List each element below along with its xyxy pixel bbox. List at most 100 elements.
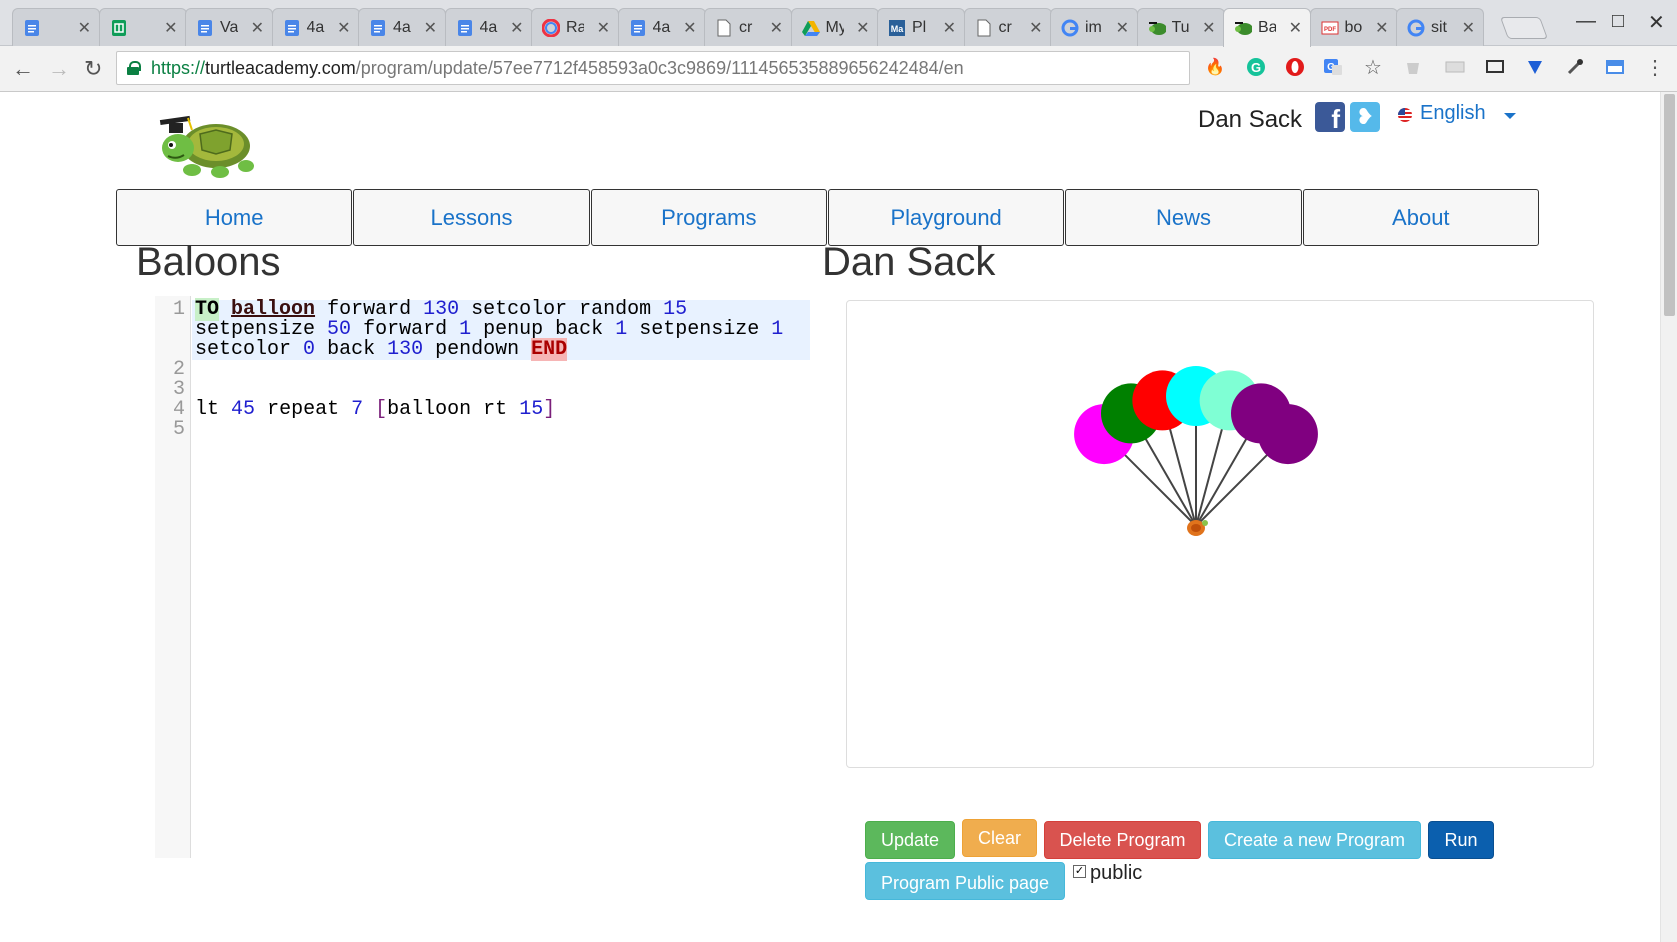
- turtle-canvas[interactable]: [846, 300, 1594, 768]
- close-tab-icon[interactable]: ✕: [1289, 18, 1302, 38]
- close-tab-icon[interactable]: ✕: [1202, 18, 1215, 38]
- bookmark-star-icon[interactable]: ☆: [1362, 56, 1384, 79]
- shield-extension-icon[interactable]: [1524, 56, 1546, 78]
- fire-extension-icon[interactable]: 🔥: [1204, 56, 1226, 78]
- close-tab-icon[interactable]: ✕: [770, 18, 783, 38]
- delete-program-button[interactable]: Delete Program: [1044, 821, 1201, 859]
- browser-tab[interactable]: 4a ✕: [358, 8, 446, 46]
- language-selector[interactable]: English: [1420, 102, 1486, 125]
- browser-tab[interactable]: im ✕: [1050, 8, 1138, 46]
- browser-tab[interactable]: cr ✕: [963, 8, 1052, 46]
- close-tab-icon[interactable]: ✕: [510, 18, 523, 38]
- close-window-icon[interactable]: ✕: [1648, 10, 1665, 35]
- code-keyword-end: END: [531, 338, 568, 361]
- window-extension-icon[interactable]: [1604, 56, 1626, 78]
- nav-home[interactable]: Home: [116, 189, 353, 246]
- turtle-icon: [1234, 19, 1252, 37]
- browser-tab[interactable]: Ra ✕: [531, 8, 619, 46]
- close-tab-icon[interactable]: ✕: [1116, 18, 1129, 38]
- menu-kebab-icon[interactable]: ⋮: [1644, 56, 1666, 79]
- browser-tab[interactable]: 4a ✕: [271, 8, 360, 46]
- sheets-icon: [110, 19, 128, 37]
- cup-extension-icon[interactable]: [1402, 56, 1424, 78]
- browser-tab-strip: — □ ✕ ✕ ✕ Va ✕ 4a ✕ 4a ✕ 4a ✕ Ra ✕ 4a ✕ cr ✕ My ✕ Ma Pl ✕ cr ✕…: [0, 0, 1677, 47]
- pdf-icon: PDF: [1321, 19, 1339, 37]
- opera-extension-icon[interactable]: [1284, 56, 1306, 78]
- browser-tab[interactable]: Tu ✕: [1136, 8, 1225, 46]
- browser-tab[interactable]: 4a ✕: [617, 8, 706, 46]
- code-number: 0: [303, 338, 316, 361]
- run-button[interactable]: Run: [1428, 821, 1494, 859]
- turtle-icon: [1148, 19, 1166, 37]
- public-page-button[interactable]: Program Public page: [865, 862, 1065, 900]
- nav-playground[interactable]: Playground: [827, 189, 1065, 246]
- browser-tab[interactable]: 4a ✕: [444, 8, 533, 46]
- close-tab-icon[interactable]: ✕: [597, 18, 610, 38]
- back-icon[interactable]: ←: [12, 56, 34, 82]
- user-name[interactable]: Dan Sack: [1198, 106, 1302, 134]
- update-button[interactable]: Update: [865, 821, 955, 859]
- close-tab-icon[interactable]: ✕: [683, 18, 696, 38]
- browser-tab[interactable]: ✕: [98, 8, 187, 46]
- code-line-wrap[interactable]: setcolor 0 back 130 pendown END: [195, 338, 568, 361]
- address-bar[interactable]: https://turtleacademy.com/program/update…: [116, 51, 1190, 85]
- minimize-icon[interactable]: —: [1576, 10, 1596, 33]
- translate-extension-icon[interactable]: G: [1322, 56, 1344, 78]
- close-tab-icon[interactable]: ✕: [1375, 18, 1388, 38]
- public-checkbox[interactable]: ✓: [1073, 865, 1086, 878]
- facebook-icon[interactable]: f: [1315, 102, 1345, 134]
- browser-tab[interactable]: ✕: [12, 8, 100, 46]
- forward-icon[interactable]: →: [48, 56, 70, 82]
- clear-button[interactable]: Clear: [962, 819, 1037, 857]
- nav-programs[interactable]: Programs: [590, 189, 827, 246]
- create-program-button[interactable]: Create a new Program: [1208, 821, 1421, 859]
- rainbow-icon: [542, 18, 560, 37]
- browser-tab[interactable]: Ba ✕: [1223, 8, 1311, 47]
- grammarly-extension-icon[interactable]: G: [1245, 56, 1267, 78]
- scrollbar-thumb[interactable]: [1664, 94, 1675, 316]
- turtle-sprite-icon: [1187, 520, 1208, 536]
- close-tab-icon[interactable]: ✕: [78, 18, 91, 38]
- nav-news[interactable]: News: [1065, 189, 1302, 246]
- browser-tab[interactable]: cr ✕: [704, 8, 792, 46]
- close-tab-icon[interactable]: ✕: [424, 18, 437, 38]
- secure-lock-icon: [127, 61, 141, 75]
- browser-tab[interactable]: sit ✕: [1396, 8, 1484, 46]
- close-tab-icon[interactable]: ✕: [856, 18, 869, 38]
- page-scrollbar[interactable]: [1660, 92, 1677, 942]
- card-extension-icon[interactable]: [1444, 56, 1466, 78]
- browser-toolbar: ← → ↻ https://turtleacademy.com/program/…: [0, 46, 1677, 92]
- close-tab-icon[interactable]: ✕: [943, 18, 956, 38]
- code-line[interactable]: TO balloon forward 130 setcolor random 1…: [195, 298, 687, 321]
- svg-text:G: G: [1251, 60, 1261, 75]
- turtle-academy-logo[interactable]: [150, 104, 262, 193]
- close-tab-icon[interactable]: ✕: [1462, 18, 1475, 38]
- close-tab-icon[interactable]: ✕: [164, 18, 177, 38]
- url-scheme: https://: [151, 57, 206, 78]
- browser-tab[interactable]: Va ✕: [185, 8, 273, 46]
- nav-lessons[interactable]: Lessons: [353, 189, 590, 246]
- url-host: turtleacademy.com: [205, 57, 356, 78]
- tab-title: 4a: [652, 18, 671, 36]
- maximize-icon[interactable]: □: [1612, 10, 1624, 33]
- tab-title: Pl: [912, 18, 927, 36]
- browser-tab[interactable]: Ma Pl ✕: [877, 8, 965, 46]
- chevron-down-icon[interactable]: [1504, 113, 1516, 119]
- tab-title: My: [825, 18, 844, 36]
- nav-about[interactable]: About: [1302, 189, 1539, 246]
- eyedropper-extension-icon[interactable]: [1564, 56, 1586, 78]
- close-tab-icon[interactable]: ✕: [251, 18, 264, 38]
- code-line-wrap[interactable]: setpensize 50 forward 1 penup back 1 set…: [195, 320, 783, 340]
- browser-tab[interactable]: My ✕: [790, 8, 879, 46]
- reload-icon[interactable]: ↻: [84, 56, 102, 82]
- code-line[interactable]: lt 45 repeat 7 [balloon rt 15]: [195, 400, 555, 420]
- close-tab-icon[interactable]: ✕: [337, 18, 350, 38]
- cast-extension-icon[interactable]: [1484, 56, 1506, 78]
- code-editor[interactable]: 1 2 3 4 5 TO balloon forward 130 setcolo…: [155, 296, 810, 858]
- close-tab-icon[interactable]: ✕: [1029, 18, 1042, 38]
- new-tab-button[interactable]: [1499, 17, 1549, 39]
- browser-tab[interactable]: PDF bo ✕: [1309, 8, 1398, 46]
- code-token: setpensize: [639, 318, 760, 341]
- main-nav: Home Lessons Programs Playground News Ab…: [116, 189, 1540, 246]
- twitter-icon[interactable]: ❥: [1350, 102, 1380, 132]
